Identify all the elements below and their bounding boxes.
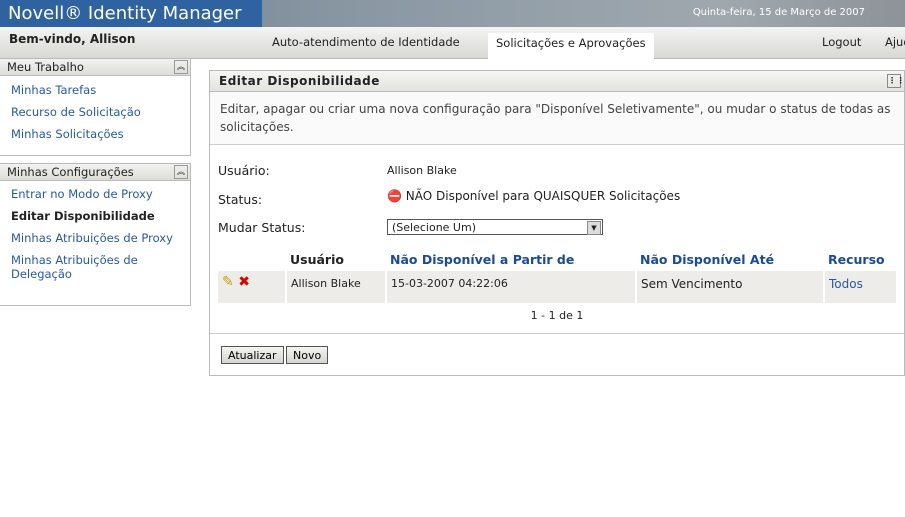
status-label: Status: — [218, 192, 263, 207]
refresh-button[interactable]: Atualizar — [221, 346, 284, 364]
status-value: NÃO Disponível para QUAISQUER Solicitaçõ… — [405, 189, 681, 203]
help-link[interactable]: Ajuda — [885, 35, 905, 58]
tab-requests-approvals[interactable]: Solicitações e Aprovações — [488, 33, 654, 59]
user-label: Usuário: — [218, 163, 270, 178]
select-value: (Selecione Um) — [392, 221, 476, 234]
table-row: ✎ ✖ Allison Blake 15-03-2007 04:22:06 Se… — [218, 271, 898, 303]
change-status-label: Mudar Status: — [218, 220, 306, 235]
sidebar-item-my-tasks[interactable]: Minhas Tarefas — [0, 79, 190, 101]
user-value: Allison Blake — [387, 164, 457, 177]
change-status-select[interactable]: (Selecione Um) ▼ — [387, 219, 603, 235]
app-logo: Novell® Identity Manager — [0, 0, 262, 27]
sidebar-item-edit-availability[interactable]: Editar Disponibilidade — [0, 205, 190, 227]
sidebar-item-proxy-assignments[interactable]: Minhas Atribuições de Proxy — [0, 227, 190, 249]
section-title: Meu Trabalho — [7, 60, 84, 74]
edit-icon[interactable]: ✎ — [222, 274, 234, 290]
section-title: Minhas Configurações — [7, 165, 134, 179]
new-button[interactable]: Novo — [286, 346, 329, 364]
panel-title: Editar Disponibilidade — [219, 74, 380, 88]
availability-table: Usuário Não Disponível a Partir de Não Dis… — [218, 247, 898, 303]
collapse-icon[interactable]: ︽ — [174, 165, 188, 179]
col-resource[interactable]: Recurso — [824, 247, 897, 271]
sidebar-item-request-resource[interactable]: Recurso de Solicitação — [0, 101, 190, 123]
panel-description: Editar, apagar ou criar uma nova configu… — [210, 92, 904, 145]
unavailable-user-icon: ⛔ — [387, 189, 402, 203]
pager: 1 - 1 de 1 — [530, 309, 584, 322]
tab-identity-self-service[interactable]: Auto-atendimento de Identidade — [272, 35, 460, 58]
my-settings-section: Minhas Configurações ︽ Entrar no Modo de … — [0, 163, 191, 306]
banner: Novell® Identity Manager Quinta-feira, 1… — [0, 0, 905, 27]
col-until[interactable]: Não Disponível Até — [636, 247, 824, 271]
cell-resource-link[interactable]: Todos — [824, 271, 898, 303]
nav-bar: Bem-vindo, Allison Auto-atendimento de I… — [0, 27, 905, 59]
col-from[interactable]: Não Disponível a Partir de — [386, 247, 636, 271]
current-date: Quinta-feira, 15 de Março de 2007 — [692, 7, 865, 18]
cell-until: Sem Vencimento — [636, 271, 825, 303]
logout-link[interactable]: Logout — [822, 35, 861, 58]
edit-availability-panel: Editar Disponibilidade ⋮⋮ Editar, apagar … — [209, 70, 905, 376]
collapse-icon[interactable]: ︽ — [174, 60, 188, 74]
delete-icon[interactable]: ✖ — [238, 274, 250, 290]
sidebar-item-proxy-mode[interactable]: Entrar no Modo de Proxy — [0, 183, 190, 205]
sidebar-item-my-requests[interactable]: Minhas Solicitações — [0, 123, 190, 145]
welcome-text: Bem-vindo, Allison — [9, 32, 136, 46]
panel-menu-icon[interactable]: ⋮⋮ — [887, 74, 905, 88]
cell-user: Allison Blake — [286, 271, 387, 303]
chevron-down-icon[interactable]: ▼ — [587, 221, 601, 235]
my-work-section: Meu Trabalho ︽ Minhas Tarefas Recurso de … — [0, 58, 191, 156]
sidebar-item-delegate-assignments[interactable]: Minhas Atribuições de Delegação — [0, 249, 190, 285]
col-user: Usuário — [290, 251, 344, 267]
cell-from: 15-03-2007 04:22:06 — [386, 271, 637, 303]
